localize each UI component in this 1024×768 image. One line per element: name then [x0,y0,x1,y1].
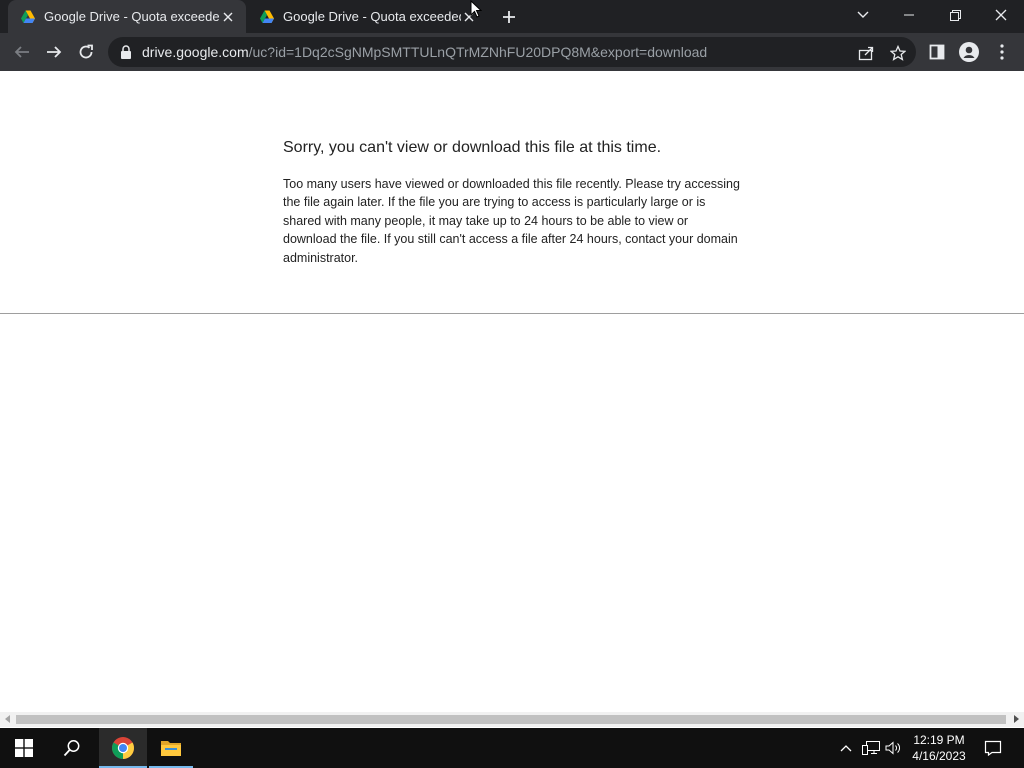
network-button[interactable] [860,728,882,768]
kebab-menu-icon [1000,44,1004,60]
profile-avatar-icon [959,42,979,62]
side-panel-button[interactable] [925,40,949,64]
chrome-icon [112,737,134,759]
back-button[interactable] [8,38,36,66]
search-icon [63,740,80,757]
chevron-down-icon [857,11,869,18]
close-window-button[interactable] [978,0,1024,30]
divider [0,313,1024,314]
notification-icon [984,740,1002,756]
tab-1[interactable]: Google Drive - Quota exceeded [8,0,246,33]
mouse-cursor-icon [470,0,482,18]
scroll-right-arrow-icon[interactable] [1014,715,1019,723]
browser-toolbar: drive.google.com/uc?id=1Dq2cSgNMpSMTTULn… [0,33,1024,71]
tab-strip: Google Drive - Quota exceeded Google Dri… [0,0,1024,33]
taskbar-file-explorer[interactable] [149,728,193,768]
tab-close-icon[interactable] [220,9,236,25]
reload-icon [79,44,93,59]
restore-button[interactable] [932,0,978,30]
minimize-icon [904,14,914,16]
url-text[interactable]: drive.google.com/uc?id=1Dq2cSgNMpSMTTULn… [142,44,707,60]
tab-2[interactable]: Google Drive - Quota exceeded [247,0,487,33]
volume-button[interactable] [883,728,905,768]
system-clock[interactable]: 12:19 PM 4/16/2023 [906,732,972,764]
new-tab-button[interactable] [498,6,520,28]
show-hidden-icons-button[interactable] [836,728,856,768]
taskbar: 12:19 PM 4/16/2023 [0,728,1024,768]
error-body: Too many users have viewed or downloaded… [283,177,740,265]
tab-search-button[interactable] [840,0,886,30]
folder-icon [161,741,181,756]
search-button[interactable] [48,728,96,768]
scroll-left-arrow-icon[interactable] [5,715,10,723]
arrow-right-icon [47,46,62,58]
scrollbar-thumb[interactable] [16,715,1006,724]
page-content: Sorry, you can't view or download this f… [0,71,1024,712]
side-panel-icon [929,44,945,60]
bookmark-star-icon[interactable] [890,45,906,61]
action-center-button[interactable] [978,728,1008,768]
plus-icon [503,11,515,23]
taskbar-chrome[interactable] [99,728,147,768]
chevron-up-icon [840,745,852,752]
speaker-icon [885,741,900,755]
reload-button[interactable] [72,38,100,66]
profile-button[interactable] [957,40,981,64]
arrow-left-icon [14,46,29,58]
google-drive-icon [21,10,35,23]
share-icon[interactable] [858,45,874,61]
horizontal-scrollbar[interactable] [0,712,1024,727]
error-heading: Sorry, you can't view or download this f… [283,139,662,156]
start-button[interactable] [0,728,48,768]
minimize-button[interactable] [886,0,932,30]
address-bar[interactable]: drive.google.com/uc?id=1Dq2cSgNMpSMTTULn… [108,37,916,67]
forward-button[interactable] [40,38,68,66]
network-icon [862,741,880,755]
url-host: drive.google.com [142,44,249,60]
url-path: /uc?id=1Dq2cSgNMpSMTTULnQTrMZNhFU20DPQ8M… [248,44,708,60]
menu-button[interactable] [990,40,1014,64]
google-drive-icon [260,10,274,23]
close-icon [995,9,1007,21]
error-message: Sorry, you can't view or download this f… [283,139,743,267]
clock-time: 12:19 PM [913,733,965,747]
restore-icon [949,9,961,21]
lock-icon[interactable] [120,45,132,59]
tab-title: Google Drive - Quota exceeded [283,9,461,24]
tab-title: Google Drive - Quota exceeded [44,9,220,24]
clock-date: 4/16/2023 [912,749,966,763]
windows-logo-icon [15,739,33,757]
